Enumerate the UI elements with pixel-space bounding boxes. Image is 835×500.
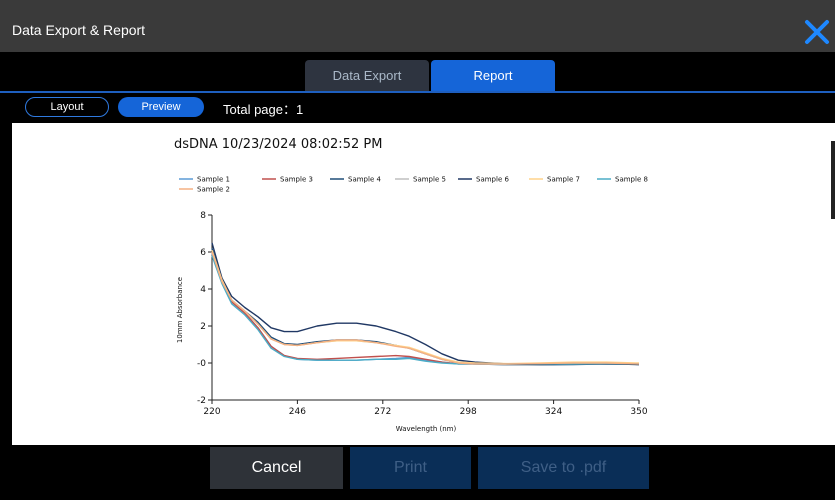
scrollbar[interactable] — [831, 141, 835, 219]
x-tick-label: 246 — [289, 407, 306, 417]
tab-bar: Data Export Report — [0, 57, 835, 91]
legend-item: Sample 1 — [179, 176, 230, 184]
y-tick-label: -0 — [197, 359, 206, 369]
y-tick-label: 2 — [200, 322, 206, 332]
absorbance-chart: dsDNA 10/23/2024 08:02:52 PM Sample 1 Sam… — [174, 137, 648, 433]
layout-button[interactable]: Layout — [25, 97, 109, 117]
x-tick-label: 350 — [630, 407, 647, 417]
y-tick-label: 6 — [200, 248, 206, 258]
series-line-sample-5 — [211, 251, 640, 366]
x-tick-label: 272 — [374, 407, 391, 417]
x-tick-label: 298 — [460, 407, 477, 417]
series-line-sample-2 — [211, 251, 640, 365]
save-pdf-button[interactable]: Save to .pdf — [478, 447, 649, 489]
tab-data-export[interactable]: Data Export — [305, 60, 429, 91]
chart-legend: Sample 1 Sample 3 Sample 4 Sample 5 Sample 6… — [179, 176, 648, 194]
y-tick-label: 4 — [200, 285, 206, 295]
title-bar: Data Export & Report — [0, 0, 835, 52]
y-axis-label: 10mm Absorbance — [176, 277, 184, 343]
legend-item: Sample 4 — [330, 176, 381, 184]
legend-label: Sample 2 — [197, 186, 230, 194]
x-tick-label: 220 — [203, 407, 220, 417]
series-line-sample-6 — [211, 242, 640, 366]
series-line-sample-8 — [211, 255, 640, 365]
total-page-label: Total page：1 — [223, 102, 304, 117]
legend-label: Sample 5 — [413, 176, 446, 184]
legend-label: Sample 8 — [615, 176, 648, 184]
x-axis-label: Wavelength (nm) — [396, 425, 457, 433]
view-toolbar: Layout Preview Total page：1 — [0, 93, 835, 123]
series-line-sample-4 — [211, 248, 640, 366]
legend-item: Sample 7 — [529, 176, 580, 184]
x-tick-label: 324 — [545, 407, 562, 417]
legend-label: Sample 3 — [280, 176, 313, 184]
legend-item: Sample 6 — [458, 176, 509, 184]
chart-axes: 220 246 272 298 324 350-2-02468 — [197, 211, 648, 417]
legend-label: Sample 4 — [348, 176, 381, 184]
legend-label: Sample 7 — [547, 176, 580, 184]
tab-report[interactable]: Report — [431, 60, 555, 91]
series-line-sample-3 — [211, 251, 640, 365]
print-button[interactable]: Print — [350, 447, 471, 489]
legend-label: Sample 6 — [476, 176, 509, 184]
series-line-sample-7 — [211, 249, 640, 365]
y-tick-label: 8 — [200, 211, 206, 221]
legend-item: Sample 8 — [597, 176, 648, 184]
chart-series — [211, 242, 640, 366]
cancel-button[interactable]: Cancel — [210, 447, 343, 489]
legend-item: Sample 3 — [262, 176, 313, 184]
series-line-sample-1 — [211, 253, 640, 365]
preview-button[interactable]: Preview — [118, 97, 204, 117]
close-icon[interactable] — [803, 18, 831, 46]
y-tick-label: -2 — [197, 396, 206, 406]
legend-item: Sample 5 — [395, 176, 446, 184]
report-preview[interactable]: dsDNA 10/23/2024 08:02:52 PM Sample 1 Sam… — [12, 123, 835, 445]
legend-item: Sample 2 — [179, 186, 230, 194]
footer-bar: Cancel Print Save to .pdf — [0, 445, 835, 500]
chart-title: dsDNA 10/23/2024 08:02:52 PM — [174, 137, 382, 152]
legend-label: Sample 1 — [197, 176, 230, 184]
window-title: Data Export & Report — [12, 22, 146, 38]
